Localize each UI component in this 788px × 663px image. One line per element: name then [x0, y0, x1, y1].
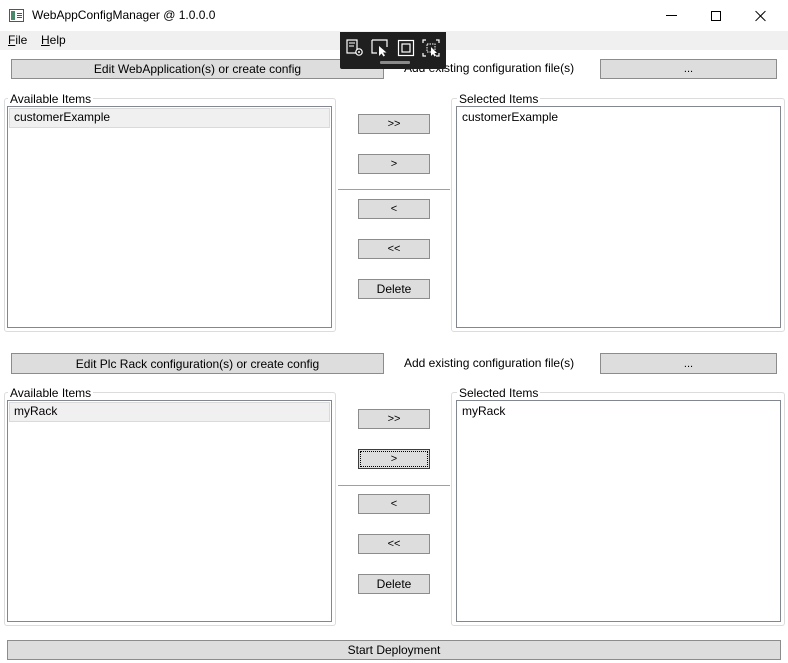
maximize-icon: [711, 10, 721, 21]
webapp-selected-title: Selected Items: [457, 92, 541, 106]
plc-available-title: Available Items: [8, 386, 94, 400]
plc-delete-button[interactable]: Delete: [358, 574, 430, 594]
plc-button-separator: [338, 485, 450, 487]
webapp-button-separator: [338, 189, 450, 191]
minimize-button[interactable]: [648, 0, 694, 31]
in-app-toolbar: [340, 32, 446, 69]
add-plc-config-label: Add existing configuration file(s): [404, 356, 575, 370]
menu-help[interactable]: Help: [41, 33, 66, 47]
browse-webapp-config-button[interactable]: ...: [600, 59, 777, 79]
plc-remove-all-button[interactable]: <<: [358, 534, 430, 554]
live-visual-tree-icon[interactable]: [346, 39, 364, 57]
app-window-icon: [9, 9, 24, 22]
select-element-icon[interactable]: [371, 39, 389, 57]
list-item[interactable]: customerExample: [458, 108, 779, 128]
plc-selected-list[interactable]: myRack: [456, 400, 781, 622]
list-item[interactable]: myRack: [9, 402, 330, 422]
start-deployment-button[interactable]: Start Deployment: [7, 640, 781, 660]
edit-webapp-button[interactable]: Edit WebApplication(s) or create config: [11, 59, 384, 79]
webapp-add-all-button[interactable]: >>: [358, 114, 430, 134]
close-icon: [755, 10, 767, 22]
webapp-available-title: Available Items: [8, 92, 94, 106]
list-item[interactable]: myRack: [458, 402, 779, 422]
display-layout-adorners-icon[interactable]: [397, 39, 415, 57]
webapp-selected-list[interactable]: customerExample: [456, 106, 781, 328]
track-focus-icon[interactable]: [422, 39, 440, 57]
title-bar: WebAppConfigManager @ 1.0.0.0: [0, 0, 788, 31]
close-button[interactable]: [738, 0, 784, 31]
webapp-remove-all-button[interactable]: <<: [358, 239, 430, 259]
plc-selected-title: Selected Items: [457, 386, 541, 400]
window-title: WebAppConfigManager @ 1.0.0.0: [32, 8, 216, 22]
webapp-delete-button[interactable]: Delete: [358, 279, 430, 299]
edit-plc-rack-button[interactable]: Edit Plc Rack configuration(s) or create…: [11, 353, 384, 374]
list-item[interactable]: customerExample: [9, 108, 330, 128]
toolbar-drag-handle[interactable]: [380, 61, 410, 64]
minimize-icon: [665, 15, 677, 16]
menu-file[interactable]: File: [8, 33, 27, 47]
webapp-remove-button[interactable]: <: [358, 199, 430, 219]
maximize-button[interactable]: [693, 0, 739, 31]
webapp-add-button[interactable]: >: [358, 154, 430, 174]
webapp-available-list[interactable]: customerExample: [7, 106, 332, 328]
plc-add-button[interactable]: >: [358, 449, 430, 469]
plc-remove-button[interactable]: <: [358, 494, 430, 514]
browse-plc-config-button[interactable]: ...: [600, 353, 777, 374]
plc-available-list[interactable]: myRack: [7, 400, 332, 622]
plc-add-all-button[interactable]: >>: [358, 409, 430, 429]
